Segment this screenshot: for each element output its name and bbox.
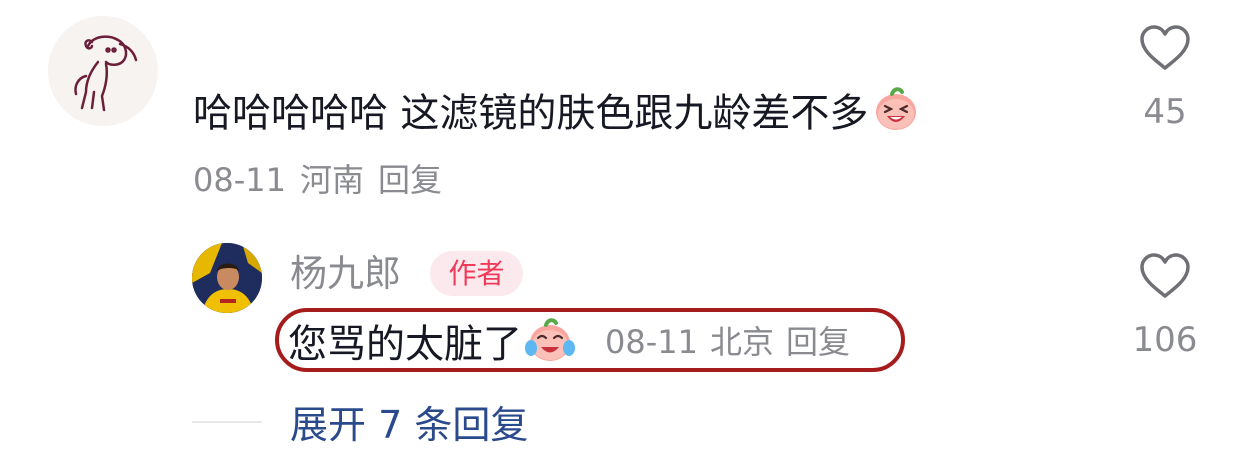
user-photo-icon xyxy=(192,243,262,313)
author-badge: 作者 xyxy=(430,251,523,296)
comment-location: 河南 xyxy=(299,161,364,199)
divider xyxy=(192,421,262,423)
like-button[interactable] xyxy=(1138,24,1192,72)
comment-date: 08-11 xyxy=(193,161,286,199)
reply-username[interactable]: 杨九郎 xyxy=(290,248,401,300)
doodle-figure-icon xyxy=(48,16,158,126)
comment-text: 哈哈哈哈哈 这滤镜的肤色跟九龄差不多 xyxy=(193,84,920,148)
expand-replies-button[interactable]: 展开 7 条回复 xyxy=(290,398,528,452)
heart-outline-icon xyxy=(1140,253,1190,298)
heart-outline-icon xyxy=(1140,25,1190,70)
reply-like-button[interactable] xyxy=(1138,252,1192,300)
highlight-annotation xyxy=(275,308,905,372)
reply-button[interactable]: 回复 xyxy=(378,161,442,199)
reply-avatar[interactable] xyxy=(192,243,262,313)
laughing-peach-emoji xyxy=(872,84,920,148)
commenter-avatar[interactable] xyxy=(48,16,158,126)
reply-like-count: 106 xyxy=(1132,320,1198,360)
comment-meta: 08-11 河南 回复 xyxy=(193,156,456,204)
like-count: 45 xyxy=(1143,92,1187,132)
